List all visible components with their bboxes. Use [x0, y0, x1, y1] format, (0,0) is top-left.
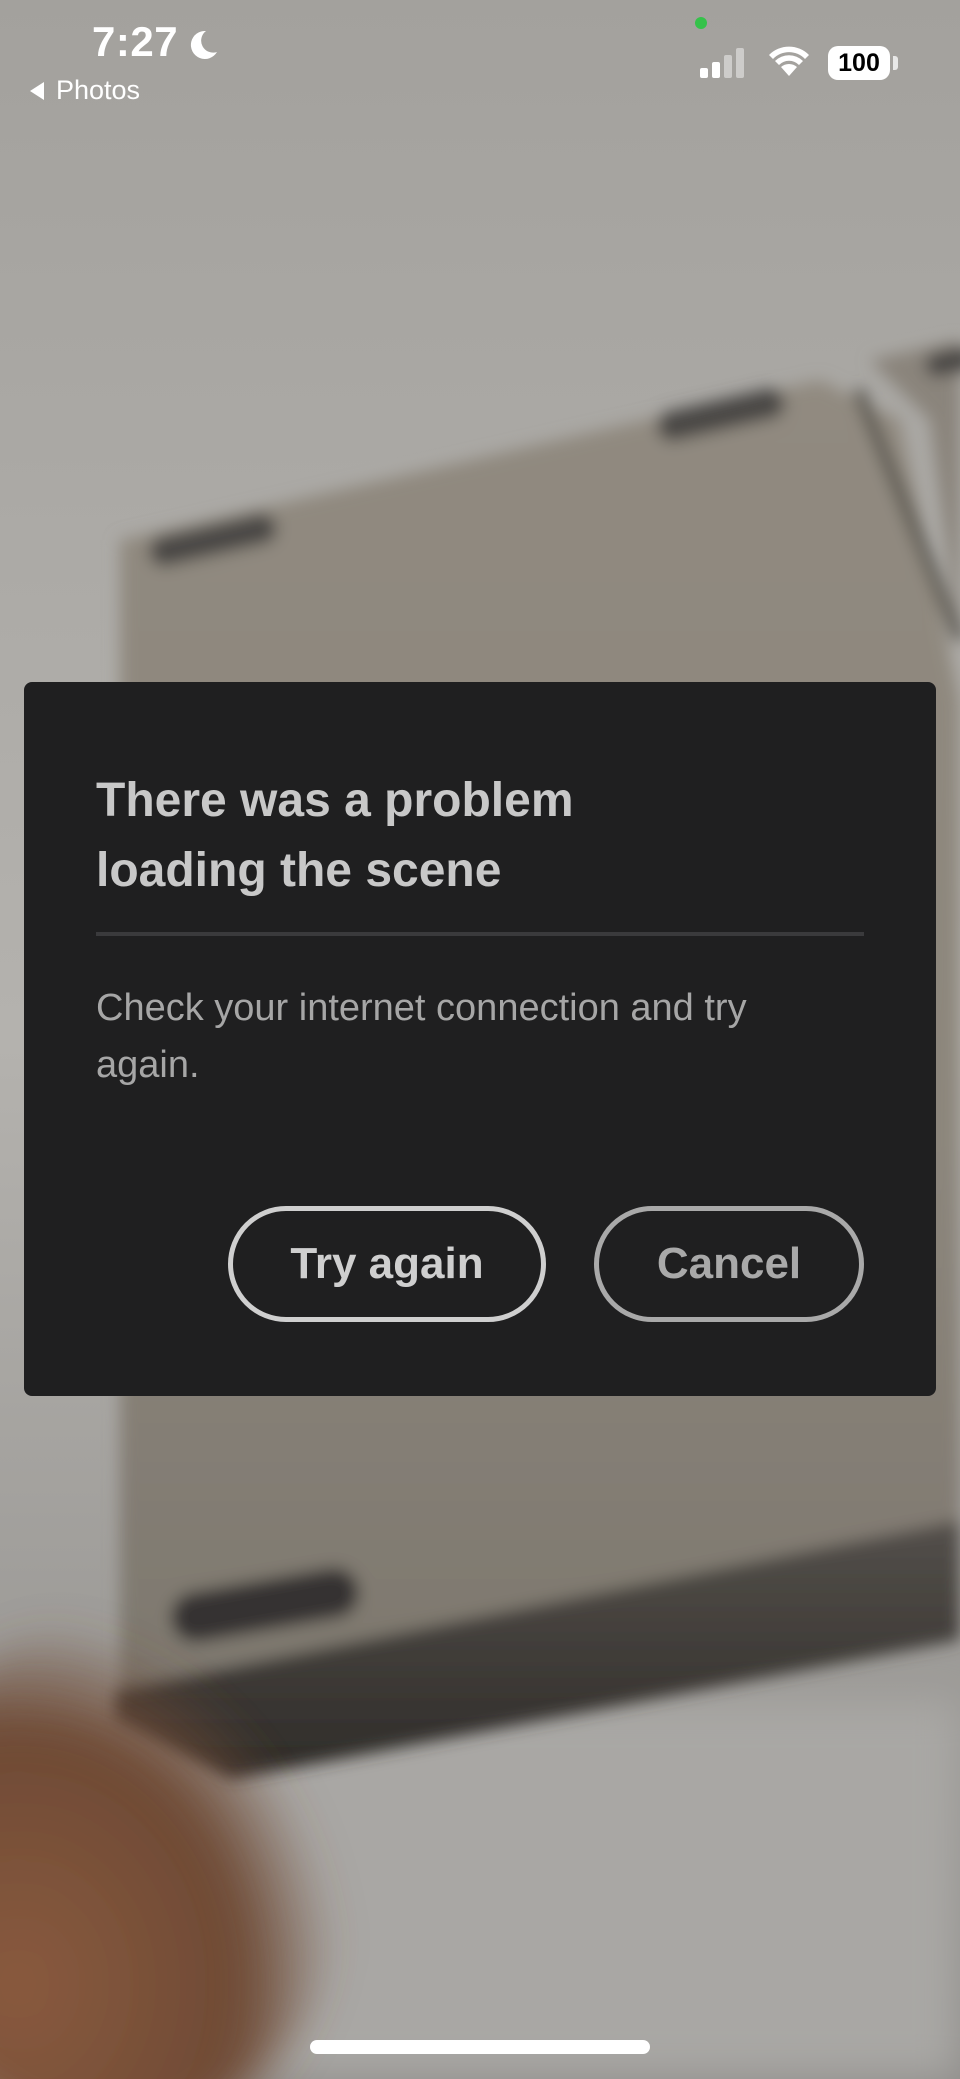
try-again-button[interactable]: Try again	[228, 1206, 546, 1322]
back-to-photos-link[interactable]: Photos	[30, 75, 140, 106]
cellular-signal-icon	[700, 48, 744, 78]
status-time: 7:27	[92, 18, 179, 65]
back-caret-icon	[30, 81, 44, 100]
battery-cap	[893, 56, 898, 70]
dialog-message: Check your internet connection and try a…	[96, 987, 747, 1086]
moon-icon	[190, 30, 217, 59]
battery-level: 100	[838, 48, 880, 77]
camera-in-use-indicator	[695, 17, 707, 29]
dialog-title: There was a problem loading the scene	[96, 774, 574, 897]
wifi-icon	[769, 46, 809, 76]
status-bar: 7:27 Photos 100	[0, 0, 960, 120]
back-link-label: Photos	[56, 75, 141, 105]
home-indicator[interactable]	[310, 2040, 650, 2054]
battery-icon: 100	[828, 46, 890, 80]
dialog-divider	[96, 932, 864, 936]
cancel-button[interactable]: Cancel	[594, 1206, 864, 1322]
error-dialog: There was a problem loading the scene Ch…	[24, 682, 936, 1396]
